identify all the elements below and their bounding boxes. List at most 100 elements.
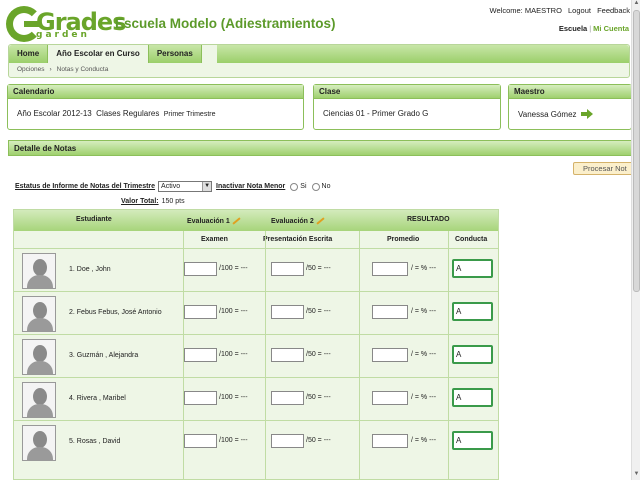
gradesgarden-logo[interactable]: Grades garden <box>6 6 126 42</box>
student-name: 1. Doe , John <box>69 266 111 273</box>
promedio-suffix: / = % --- <box>411 265 437 272</box>
tab-home[interactable]: Home <box>9 45 49 63</box>
breadcrumb-separator: › <box>49 66 52 73</box>
avatar <box>22 339 56 375</box>
promedio-input[interactable] <box>372 348 408 362</box>
student-name: 5. Rosas , David <box>69 438 121 445</box>
header-eval1[interactable]: Evaluación 1 <box>187 217 241 225</box>
presentacion-input[interactable] <box>271 262 304 276</box>
edit-pencil-icon[interactable] <box>232 217 241 225</box>
chevron-down-icon: ▼ <box>202 182 212 191</box>
avatar <box>22 296 56 332</box>
escuela-link[interactable]: Escuela <box>559 24 587 33</box>
header-conducta: Conducta <box>455 236 488 243</box>
radio-no-label: No <box>321 183 331 190</box>
arrow-right-icon[interactable] <box>580 109 593 119</box>
table-subheader: Examen Presentación Escrita Promedio Con… <box>14 231 498 248</box>
examen-input[interactable] <box>184 348 217 362</box>
examen-suffix: /100 = --- <box>219 351 248 358</box>
detalle-header: Detalle de Notas <box>8 140 640 156</box>
inactivar-label: Inactivar Nota Menor <box>216 183 286 190</box>
conducta-input[interactable]: A <box>452 388 493 407</box>
radio-si[interactable] <box>290 182 299 191</box>
school-title: Escuela Modelo (Adiestramientos) <box>115 16 336 31</box>
promedio-suffix: / = % --- <box>411 308 437 315</box>
promedio-input[interactable] <box>372 262 408 276</box>
maestro-header: Maestro <box>509 85 631 99</box>
page-scrollbar[interactable]: ▲ ▼ <box>631 0 640 480</box>
breadcrumb: Opciones › Notas y Conducta <box>17 66 113 73</box>
examen-suffix: /100 = --- <box>219 265 248 272</box>
conducta-input[interactable]: A <box>452 431 493 450</box>
conducta-input[interactable]: A <box>452 302 493 321</box>
examen-suffix: /100 = --- <box>219 437 248 444</box>
examen-input[interactable] <box>184 434 217 448</box>
table-row: 4. Rivera , Maribel/100 = --- /50 = --- / … <box>14 377 498 420</box>
nav-separator: | <box>589 24 592 33</box>
calendario-year: Año Escolar 2012-13 <box>17 109 92 118</box>
feedback-link[interactable]: Feedback <box>597 6 630 15</box>
estatus-label: Estatus de Informe de Notas del Trimestr… <box>15 183 156 190</box>
main-navbar: Home Año Escolar en Curso Personas Opcio… <box>8 44 630 78</box>
examen-input[interactable] <box>184 262 217 276</box>
table-header: Estudiante Evaluación 1 Evaluación 2 RES… <box>14 210 498 231</box>
scroll-thumb[interactable] <box>633 10 640 292</box>
examen-suffix: /100 = --- <box>219 308 248 315</box>
header-presentacion: Presentación Escrita <box>263 236 333 243</box>
header-examen: Examen <box>201 236 228 243</box>
calendario-term: Primer Trimestre <box>163 111 216 118</box>
presentacion-input[interactable] <box>271 391 304 405</box>
table-row: 5. Rosas , David/100 = --- /50 = --- / = %… <box>14 420 498 463</box>
grades-table: Estudiante Evaluación 1 Evaluación 2 RES… <box>13 209 499 480</box>
user-bar: Welcome: MAESTRO Logout Feedback <box>486 6 630 15</box>
conducta-input[interactable]: A <box>452 345 493 364</box>
examen-suffix: /100 = --- <box>219 394 248 401</box>
student-name: 4. Rivera , Maribel <box>69 395 126 402</box>
radio-si-label: Si <box>300 183 307 190</box>
breadcrumb-opciones[interactable]: Opciones <box>17 66 44 73</box>
radio-no[interactable] <box>311 182 320 191</box>
scroll-up-icon[interactable]: ▲ <box>632 0 640 9</box>
table-row: 2. Febus Febus, José Antonio/100 = --- /5… <box>14 291 498 334</box>
presentacion-suffix: /50 = --- <box>306 308 331 315</box>
promedio-suffix: / = % --- <box>411 437 437 444</box>
promedio-input[interactable] <box>372 391 408 405</box>
welcome-text: Welcome: MAESTRO <box>489 6 562 15</box>
procesar-notas-button[interactable]: Procesar Not <box>573 162 640 175</box>
presentacion-suffix: /50 = --- <box>306 351 331 358</box>
clase-panel: Clase Ciencias 01 - Primer Grado G <box>313 84 501 130</box>
logo-bottom-text: garden <box>36 30 90 40</box>
examen-input[interactable] <box>184 305 217 319</box>
presentacion-suffix: /50 = --- <box>306 437 331 444</box>
tab-bar: Home Año Escolar en Curso Personas <box>9 45 202 63</box>
promedio-suffix: / = % --- <box>411 351 437 358</box>
valor-total: Valor Total: 150 pts <box>121 198 185 205</box>
estatus-select[interactable]: Activo ▼ <box>158 181 213 192</box>
presentacion-suffix: /50 = --- <box>306 394 331 401</box>
student-name: 3. Guzmán , Alejandra <box>69 352 139 359</box>
promedio-input[interactable] <box>372 434 408 448</box>
scroll-down-icon[interactable]: ▼ <box>632 471 640 480</box>
tab-personas[interactable]: Personas <box>148 45 202 63</box>
promedio-suffix: / = % --- <box>411 394 437 401</box>
examen-input[interactable] <box>184 391 217 405</box>
mi-cuenta-link[interactable]: Mi Cuenta <box>593 24 629 33</box>
clase-header: Clase <box>314 85 500 99</box>
header-estudiante: Estudiante <box>76 216 112 223</box>
tab-ano-escolar[interactable]: Año Escolar en Curso <box>48 45 149 63</box>
clase-value: Ciencias 01 - Primer Grado G <box>323 109 429 118</box>
presentacion-input[interactable] <box>271 434 304 448</box>
table-row: 1. Doe , John/100 = --- /50 = --- / = % --… <box>14 248 498 291</box>
presentacion-input[interactable] <box>271 348 304 362</box>
conducta-input[interactable]: A <box>452 259 493 278</box>
presentacion-input[interactable] <box>271 305 304 319</box>
breadcrumb-notas[interactable]: Notas y Conducta <box>57 66 109 73</box>
header-promedio: Promedio <box>387 236 420 243</box>
calendario-type: Clases Regulares <box>96 109 160 118</box>
valor-total-label: Valor Total: <box>121 198 159 205</box>
header-eval2[interactable]: Evaluación 2 <box>271 217 325 225</box>
edit-pencil-icon[interactable] <box>316 217 325 225</box>
logout-link[interactable]: Logout <box>568 6 591 15</box>
calendario-header: Calendario <box>8 85 303 99</box>
promedio-input[interactable] <box>372 305 408 319</box>
